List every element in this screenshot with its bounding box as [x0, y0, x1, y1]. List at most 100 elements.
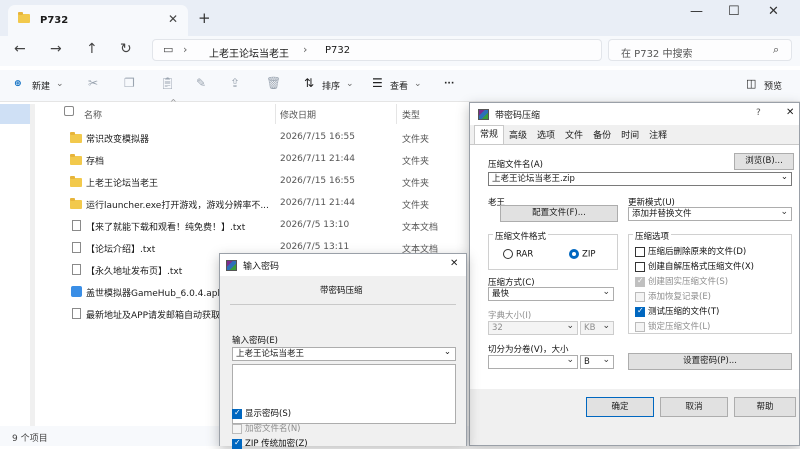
- option-label: 锁定压缩文件(L): [648, 322, 711, 332]
- monitor-icon: ▭: [163, 43, 174, 56]
- folder-icon: [70, 132, 82, 143]
- column-header-date[interactable]: 修改日期: [280, 108, 316, 121]
- radio-icon: [569, 249, 579, 259]
- cut-icon[interactable]: ✂: [88, 76, 98, 90]
- tab-advanced[interactable]: 高级: [504, 128, 532, 141]
- file-row[interactable]: 上老王论坛当老王 2026/7/15 16:55 文件夹: [64, 171, 468, 193]
- tab-p732[interactable]: P732 ✕: [8, 5, 188, 36]
- option-checkbox[interactable]: 创建自解压格式压缩文件(X): [635, 260, 754, 272]
- encrypt-names-checkbox[interactable]: 加密文件名(N): [232, 422, 301, 434]
- dict-select[interactable]: 32: [488, 320, 578, 335]
- close-icon[interactable]: ✕: [168, 12, 178, 26]
- close-icon[interactable]: ✕: [450, 258, 458, 269]
- file-type: 文件夹: [402, 157, 430, 167]
- sort-button[interactable]: 排序: [322, 79, 340, 92]
- tab-options[interactable]: 选项: [532, 128, 560, 141]
- option-checkbox[interactable]: 测试压缩的文件(T): [635, 305, 719, 317]
- folder-icon: [18, 12, 30, 23]
- tab-time[interactable]: 时间: [616, 128, 644, 141]
- file-row[interactable]: 最新地址及APP请发邮箱自动获取: [64, 303, 219, 325]
- column-header-name[interactable]: 名称: [84, 108, 102, 128]
- browse-button[interactable]: 浏览(B)...: [734, 153, 794, 170]
- format-zip-radio[interactable]: ZIP: [569, 249, 595, 260]
- nav-pane-item[interactable]: [0, 104, 30, 124]
- search-input[interactable]: 在 P732 中搜索 ⌕: [608, 39, 792, 61]
- archive-dialog: 带密码压缩 ? ✕ 常规 高级 选项 文件 备份 时间 注释 压缩文件名(A) …: [469, 102, 800, 446]
- file-row[interactable]: 运行launcher.exe打开游戏，游戏分辨率不... 2026/7/11 21…: [64, 193, 468, 215]
- share-icon[interactable]: ⇪: [230, 76, 240, 90]
- copy-icon[interactable]: ❐: [124, 76, 135, 90]
- tab-files[interactable]: 文件: [560, 128, 588, 141]
- split-unit-select[interactable]: B: [580, 354, 614, 369]
- zip-legacy-checkbox[interactable]: ZIP 传统加密(Z): [232, 437, 308, 449]
- help-icon[interactable]: ?: [756, 108, 761, 118]
- breadcrumb[interactable]: ▭ › 上老王论坛当老王 › P732: [152, 39, 602, 61]
- view-icon: ☰: [372, 76, 383, 90]
- tab-backup[interactable]: 备份: [588, 128, 616, 141]
- option-checkbox[interactable]: 创建固实压缩文件(S): [635, 275, 728, 287]
- checkbox-icon: [232, 438, 242, 449]
- back-arrow-icon[interactable]: ←: [14, 41, 26, 57]
- refresh-icon[interactable]: ↻: [120, 41, 132, 57]
- more-button[interactable]: ···: [444, 79, 454, 89]
- file-date: 2026/7/5 13:11: [280, 242, 350, 252]
- chevron-right-icon: ›: [183, 43, 188, 56]
- close-window-button[interactable]: ✕: [768, 4, 779, 19]
- file-name: 【来了就能下载和观看！纯免费！】.txt: [86, 223, 246, 233]
- file-row[interactable]: 【来了就能下载和观看！纯免费！】.txt 2026/7/5 13:10 文本文档: [64, 215, 468, 237]
- file-type: 文本文档: [402, 223, 439, 233]
- option-label: 添加恢复记录(E): [648, 292, 712, 302]
- archive-name-field[interactable]: 上老王论坛当老王.zip ⌄: [488, 172, 792, 186]
- format-zip-label: ZIP: [582, 249, 596, 260]
- scrollbar[interactable]: [30, 104, 35, 426]
- file-row[interactable]: 盖世模拟器GameHub_6.0.4.apk: [64, 281, 219, 303]
- show-password-checkbox[interactable]: 显示密码(S): [232, 407, 291, 419]
- breadcrumb-item[interactable]: 上老王论坛当老王: [209, 45, 289, 60]
- checkbox-icon: [635, 291, 645, 302]
- tab-comment[interactable]: 注释: [644, 128, 672, 141]
- password-label: 输入密码(E): [232, 336, 279, 346]
- forward-arrow-icon[interactable]: →: [50, 41, 62, 57]
- maximize-button[interactable]: ☐: [728, 4, 740, 19]
- dict-unit-select[interactable]: KB: [580, 320, 614, 335]
- file-row[interactable]: 存档 2026/7/11 21:44 文件夹: [64, 149, 468, 171]
- breadcrumb-item[interactable]: P732: [325, 45, 350, 56]
- tab-general[interactable]: 常规: [474, 125, 505, 144]
- rename-icon[interactable]: ✎: [196, 76, 206, 90]
- view-button[interactable]: 查看: [390, 79, 408, 92]
- option-checkbox[interactable]: 添加恢复记录(E): [635, 290, 711, 302]
- close-icon[interactable]: ✕: [786, 107, 794, 118]
- password-value: 上老王论坛当老王: [236, 349, 305, 359]
- column-header-type[interactable]: 类型: [402, 108, 420, 121]
- format-group: 压缩文件格式 RAR ZIP: [488, 230, 618, 270]
- preview-button[interactable]: 预览: [764, 79, 782, 92]
- new-tab-button[interactable]: +: [198, 9, 211, 27]
- option-checkbox[interactable]: 压缩后删除原来的文件(D): [635, 245, 746, 257]
- option-checkbox[interactable]: 锁定压缩文件(L): [635, 320, 710, 332]
- new-button[interactable]: 新建: [32, 79, 50, 92]
- paste-icon[interactable]: 📋︎: [160, 76, 175, 90]
- browse-button-label: 浏览(B)...: [734, 153, 794, 170]
- profile-button[interactable]: 配置文件(F)...: [500, 205, 618, 222]
- checkbox-icon: [635, 276, 645, 287]
- file-name: 【论坛介绍】.txt: [86, 245, 156, 255]
- ok-button[interactable]: 确定: [586, 397, 654, 417]
- password-field[interactable]: 上老王论坛当老王 ⌄: [232, 347, 456, 361]
- update-mode-select[interactable]: 添加并替换文件: [628, 206, 792, 221]
- delete-icon[interactable]: 🗑︎: [266, 76, 281, 90]
- select-all-checkbox[interactable]: [64, 106, 74, 116]
- up-arrow-icon[interactable]: ↑: [86, 41, 98, 57]
- zip-legacy-label: ZIP 传统加密(Z): [245, 439, 308, 449]
- cancel-button[interactable]: 取消: [660, 397, 728, 417]
- format-rar-radio[interactable]: RAR: [503, 249, 533, 260]
- method-select[interactable]: 最快: [488, 286, 614, 301]
- dialog-titlebar: 带密码压缩 ? ✕: [470, 103, 799, 125]
- chevron-down-icon: ⌄: [414, 79, 422, 89]
- help-button[interactable]: 帮助: [734, 397, 796, 417]
- split-size-select[interactable]: [488, 354, 578, 369]
- minimize-button[interactable]: —: [690, 4, 703, 19]
- file-row[interactable]: 常识改变模拟器 2026/7/15 16:55 文件夹: [64, 127, 468, 149]
- set-password-button[interactable]: 设置密码(P)...: [628, 353, 792, 370]
- file-row[interactable]: 【永久地址发布页】.txt: [64, 259, 219, 281]
- file-date: 2026/7/15 16:55: [280, 132, 355, 142]
